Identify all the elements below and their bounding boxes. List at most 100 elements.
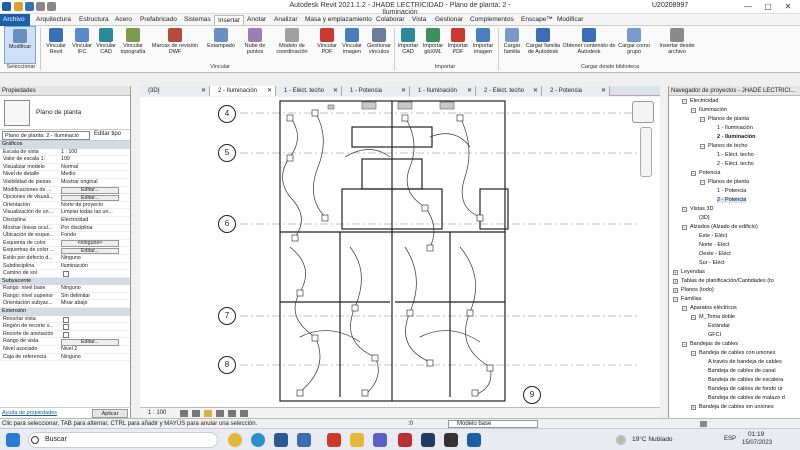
type-selector[interactable]: Plano de planta <box>0 96 130 130</box>
property-value[interactable]: Ninguno <box>61 255 123 263</box>
menu-complementos[interactable]: Complementos <box>467 15 517 25</box>
property-button[interactable]: Editar... <box>61 338 119 346</box>
tab-1-potencia[interactable]: 1 - Potencia ✕ <box>342 86 410 96</box>
link-ifc-button[interactable]: Vincular IFC <box>70 26 94 64</box>
language-indicator[interactable]: ESP <box>724 436 736 442</box>
grid-bubble-6[interactable]: 6 <box>218 215 236 233</box>
windows-start-icon[interactable] <box>6 433 20 447</box>
teams-icon[interactable] <box>373 433 387 447</box>
crop-view-icon[interactable] <box>228 410 236 417</box>
menu-analizar[interactable]: Analizar <box>271 15 300 25</box>
tree-toggle-icon[interactable]: − <box>682 225 687 230</box>
tree-node[interactable]: Bandeja de cables de canal <box>708 368 776 374</box>
load-family-button[interactable]: Cargar familia <box>500 26 524 64</box>
property-value[interactable]: Mostrar original <box>61 179 123 187</box>
grid-bubble-4[interactable]: 4 <box>218 105 236 123</box>
photoshop-icon[interactable] <box>421 433 435 447</box>
save-icon[interactable] <box>25 2 34 11</box>
tab-1-electrico-techo[interactable]: 1 - Eléct. techo ✕ <box>276 86 342 96</box>
tree-node[interactable]: Este - Eléct <box>699 233 727 239</box>
apply-button[interactable]: Aplicar <box>92 409 128 418</box>
tree-node[interactable]: 2 - Eléct. techo <box>717 161 754 167</box>
panel-seleccionar[interactable]: Seleccionar <box>2 64 40 70</box>
tree-toggle-icon[interactable]: − <box>691 315 696 320</box>
menu-prefabricado[interactable]: Prefabricado <box>137 15 180 25</box>
word-icon[interactable] <box>274 433 288 447</box>
clock-time[interactable]: 01:19 <box>748 431 764 438</box>
menu-colaborar[interactable]: Colaborar <box>373 15 408 25</box>
properties-help-link[interactable]: Ayuda de propiedades <box>2 410 57 416</box>
import-image-button[interactable]: Importar imagen <box>470 26 496 64</box>
tree-toggle-icon[interactable]: − <box>682 207 687 212</box>
property-value[interactable]: Limpiar todas las un... <box>61 209 123 217</box>
menu-vista[interactable]: Vista <box>409 15 429 25</box>
tree-toggle-icon[interactable]: − <box>700 144 705 149</box>
tree-node[interactable]: {3D} <box>699 215 710 221</box>
tree-node[interactable]: Aparatos eléctricos <box>690 305 737 311</box>
tree-node[interactable]: Planos de planta <box>708 116 749 122</box>
link-pdf-button[interactable]: Vincular PDF <box>314 26 340 64</box>
manage-links-button[interactable]: Gestionar vínculos <box>364 26 394 64</box>
tab-1-iluminacion[interactable]: 1 - Iluminación ✕ <box>410 86 476 96</box>
import-cad-button[interactable]: Importar CAD <box>396 26 420 64</box>
file-explorer-icon[interactable] <box>350 433 364 447</box>
filter-icon[interactable] <box>700 421 707 427</box>
menu-sistemas[interactable]: Sistemas <box>181 15 214 25</box>
close-icon[interactable]: ✕ <box>333 86 338 96</box>
property-value[interactable]: 1 : 100 <box>61 149 123 157</box>
property-checkbox[interactable] <box>63 271 69 278</box>
tab-2-electrico-techo[interactable]: 2 - Eléct. techo ✕ <box>476 86 542 96</box>
close-icon[interactable]: ✕ <box>401 86 406 96</box>
edit-type-button[interactable]: Editar tipo <box>94 131 121 137</box>
grid-bubble-9[interactable]: 9 <box>523 386 541 404</box>
chrome-icon[interactable] <box>228 433 242 447</box>
grid-bubble-7[interactable]: 7 <box>218 307 236 325</box>
view-cube-icon[interactable] <box>632 101 654 123</box>
property-value[interactable]: Mirar abajo <box>61 300 123 308</box>
grid-bubble-8[interactable]: 8 <box>218 356 236 374</box>
property-value[interactable]: 100 <box>61 156 123 164</box>
tree-toggle-icon[interactable]: + <box>691 405 696 410</box>
tree-node[interactable]: Planos de techo <box>708 143 747 149</box>
clock-date[interactable]: 15/07/2023 <box>742 440 772 446</box>
tree-node[interactable]: Planos (todo) <box>681 287 714 293</box>
menu-enscape[interactable]: Enscape™ <box>518 15 556 25</box>
property-value[interactable]: Iluminación <box>61 263 123 271</box>
tree-node[interactable]: Electricidad <box>690 98 718 104</box>
drawing-canvas[interactable]: 4 5 6 7 8 9 <box>140 97 660 407</box>
property-value[interactable]: Norte de proyecto <box>61 202 123 210</box>
tree-toggle-icon[interactable]: − <box>682 99 687 104</box>
tree-toggle-icon[interactable]: − <box>691 108 696 113</box>
tree-node[interactable]: Bandeja de cables de fondo ur <box>708 386 783 392</box>
menu-insertar[interactable]: Insertar <box>214 15 245 25</box>
autocad-icon[interactable] <box>327 433 341 447</box>
load-group-button[interactable]: Cargar como grupo <box>616 26 652 64</box>
tab-2-potencia[interactable]: 2 - Potencia ✕ <box>542 86 610 96</box>
property-value[interactable]: Ninguno <box>61 354 123 362</box>
property-group[interactable]: Extensión <box>0 308 130 316</box>
tree-node[interactable]: Iluminación <box>699 107 727 113</box>
redo-icon[interactable] <box>47 2 56 11</box>
revit-logo-icon[interactable] <box>2 2 11 11</box>
tree-node[interactable]: Tablas de planificación/Cantidades (to <box>681 278 774 284</box>
property-button[interactable]: Editar... <box>61 247 119 255</box>
decal-button[interactable]: Estampado <box>204 26 238 64</box>
tree-node[interactable]: 2 - Iluminación <box>717 134 756 140</box>
property-checkbox[interactable] <box>63 316 69 323</box>
app-icon[interactable] <box>444 433 458 447</box>
close-icon[interactable]: ✕ <box>533 86 538 96</box>
mail-icon[interactable] <box>297 433 311 447</box>
tree-node[interactable]: GFCI <box>708 332 721 338</box>
minimize-icon[interactable]: — <box>740 0 756 14</box>
tree-toggle-icon[interactable]: − <box>673 297 678 302</box>
menu-gestionar[interactable]: Gestionar <box>432 15 466 25</box>
navigation-bar[interactable] <box>640 127 652 177</box>
link-topography-button[interactable]: Vincular topografía <box>118 26 148 64</box>
tree-node[interactable]: Bandeja de cables sin uniones <box>699 404 774 410</box>
tree-toggle-icon[interactable]: − <box>682 306 687 311</box>
undo-icon[interactable] <box>36 2 45 11</box>
tree-node[interactable]: 1 - Potencia <box>717 188 746 194</box>
load-autodesk-family-button[interactable]: Cargar familia de Autodesk <box>524 26 562 64</box>
tree-node[interactable]: 1 - Iluminación <box>717 125 753 131</box>
dwf-markup-button[interactable]: Marcas de revisión DWF <box>150 26 200 64</box>
